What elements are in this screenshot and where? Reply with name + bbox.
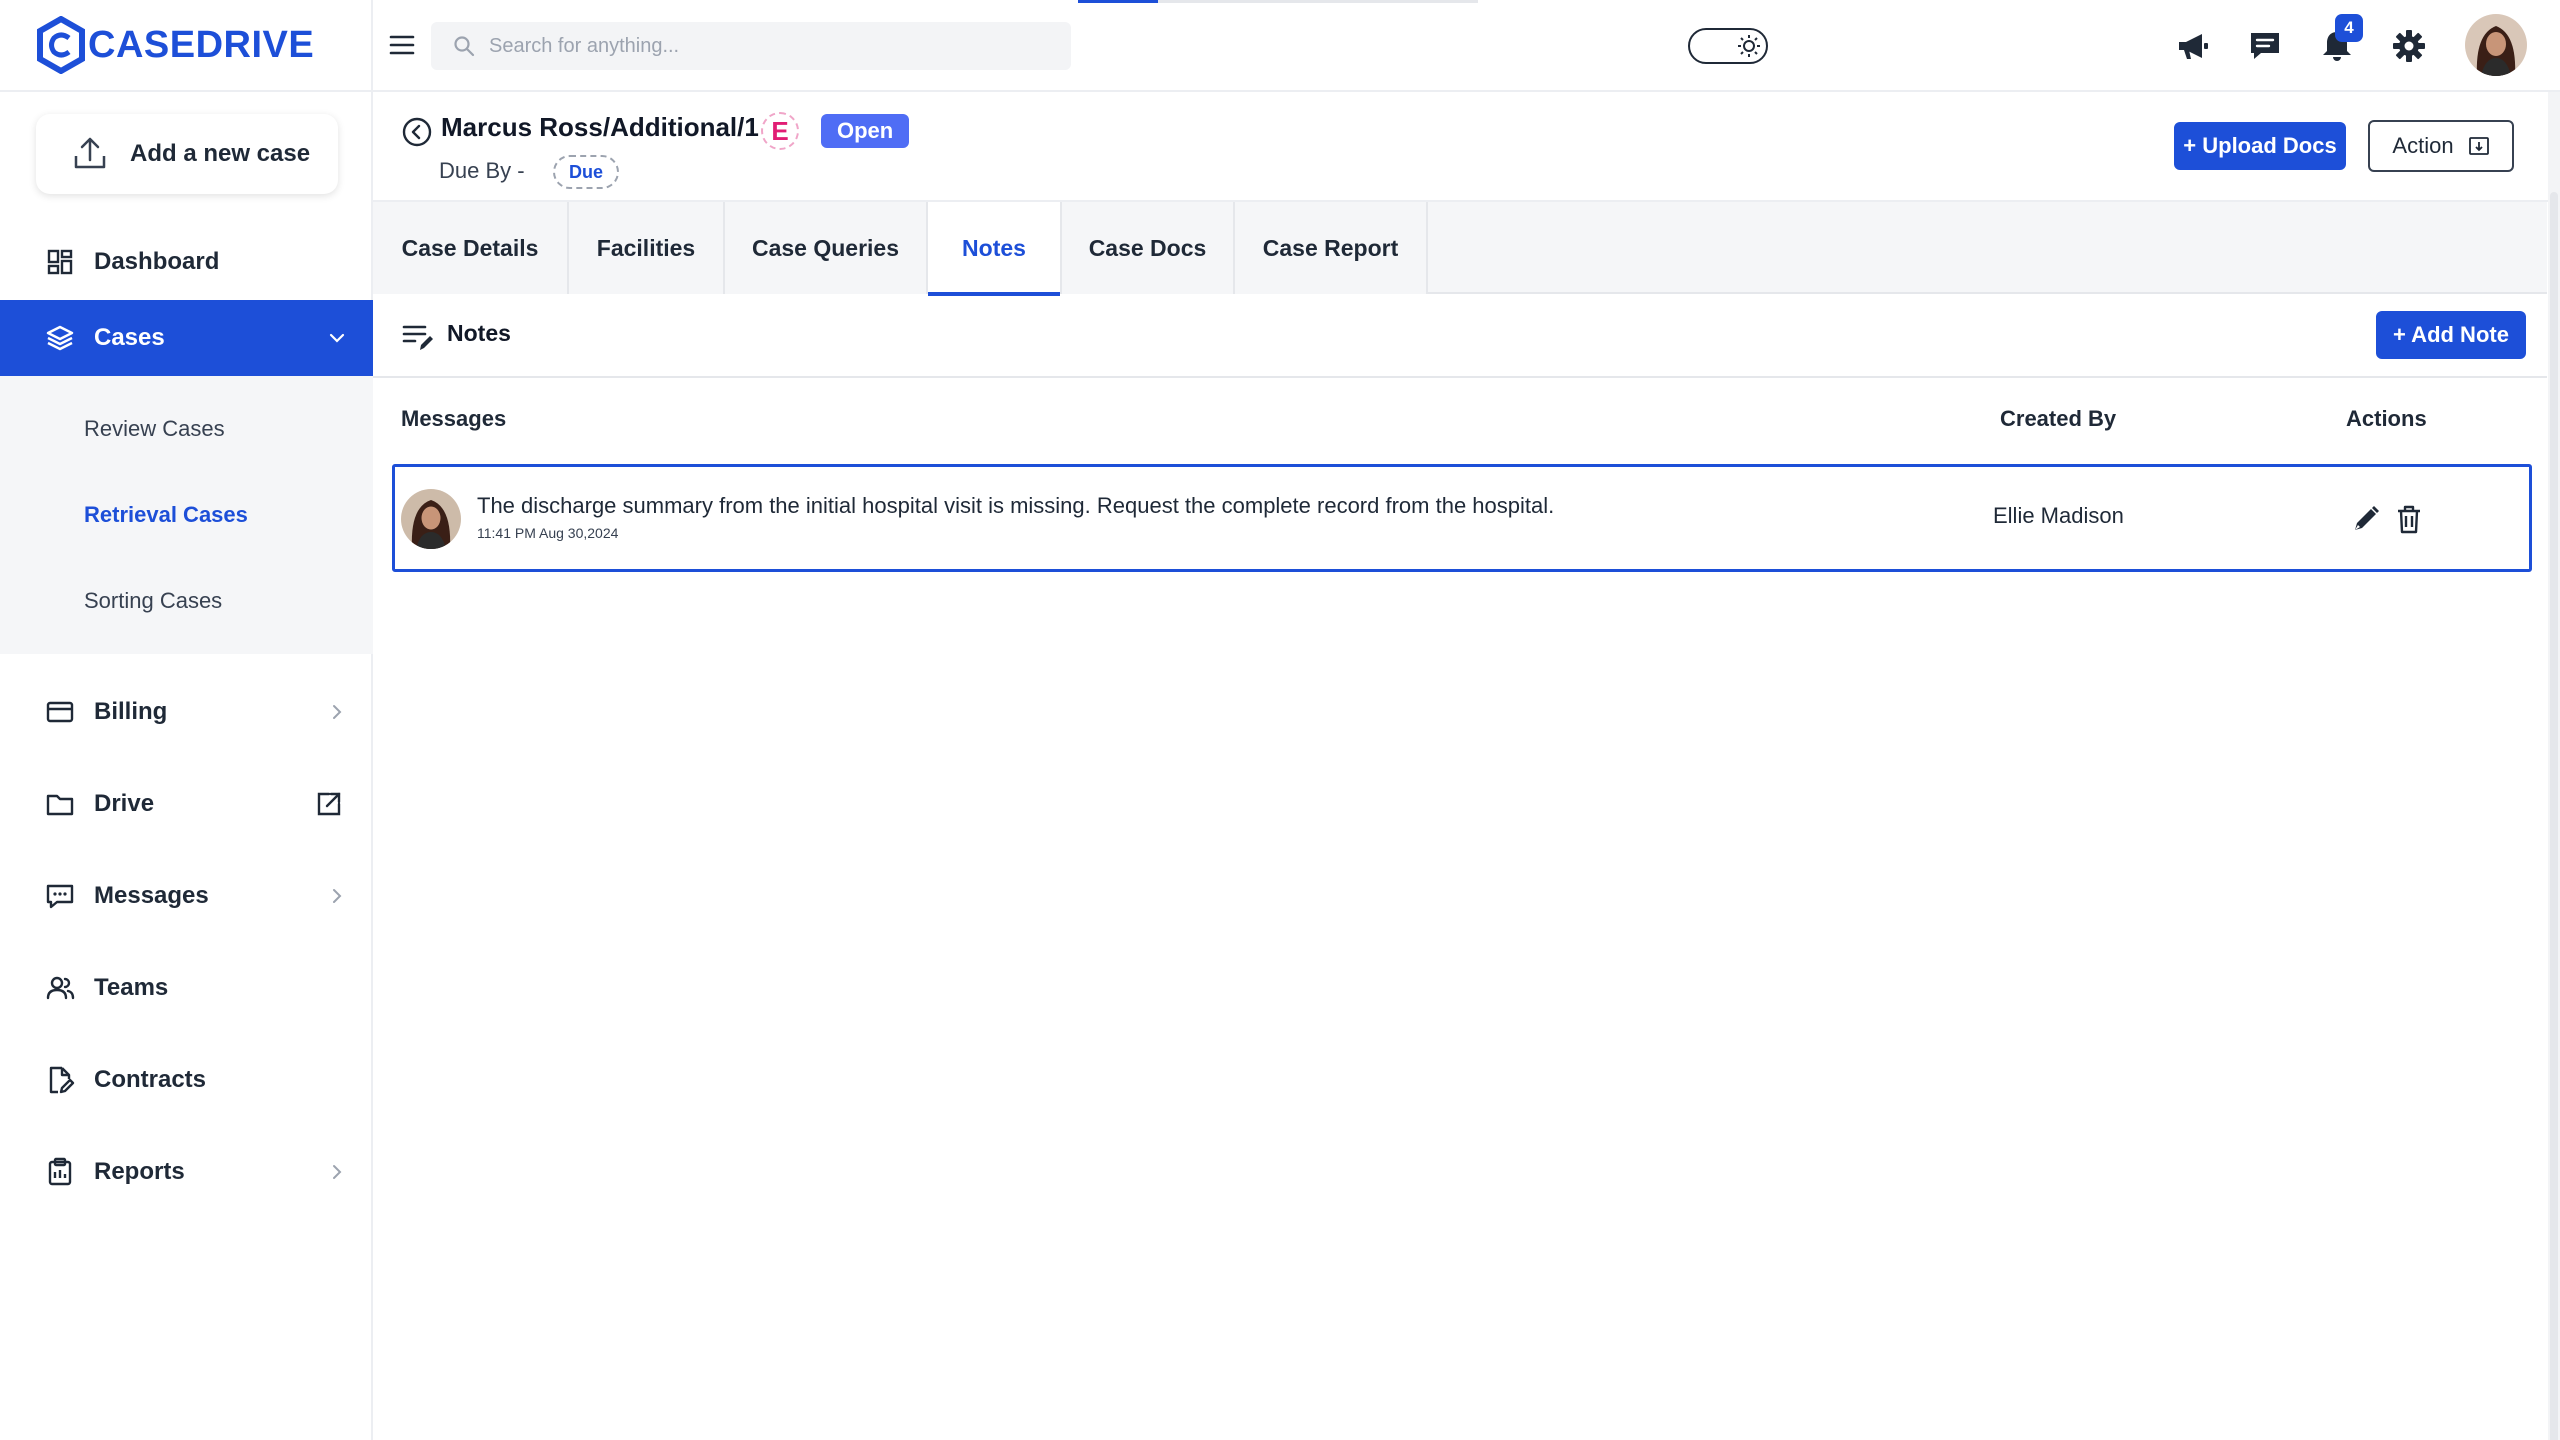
topbar: 4 — [373, 0, 2560, 92]
sidebar-item-label: Dashboard — [94, 248, 220, 275]
clipboard-icon — [44, 1156, 76, 1188]
users-icon — [44, 972, 76, 1004]
sidebar-item-drive[interactable]: Drive — [0, 766, 373, 842]
upload-icon — [74, 137, 106, 169]
sidebar-item-messages[interactable]: Messages — [0, 858, 373, 934]
sidebar-item-billing[interactable]: Billing — [0, 674, 373, 750]
loading-progress-bar — [1078, 0, 1158, 3]
tab-case-details[interactable]: Case Details — [373, 202, 569, 294]
note-created-by: Ellie Madison — [1993, 503, 2124, 528]
notifications-button[interactable]: 4 — [2317, 14, 2363, 66]
author-avatar-image — [401, 489, 461, 549]
sidebar-subitem-review-cases[interactable]: Review Cases — [0, 386, 373, 472]
notification-count-badge: 4 — [2335, 14, 2363, 42]
gear-icon — [2393, 30, 2425, 62]
tab-case-report[interactable]: Case Report — [1235, 202, 1428, 294]
search-input[interactable] — [489, 34, 1049, 58]
search-icon — [454, 36, 475, 57]
sidebar-subitem-retrieval-cases[interactable]: Retrieval Cases — [0, 472, 373, 558]
user-avatar-image — [2465, 14, 2527, 76]
action-button-label: Action — [2392, 133, 2454, 158]
sidebar-item-teams[interactable]: Teams — [0, 950, 373, 1026]
sidebar-nav: Dashboard Cases Review Cases Retrieval C… — [0, 224, 373, 1210]
user-avatar[interactable] — [2465, 14, 2527, 76]
file-edit-icon — [44, 1064, 76, 1096]
case-e-badge: E — [761, 112, 799, 150]
sidebar-item-contracts[interactable]: Contracts — [0, 1042, 373, 1118]
chat-icon — [2251, 33, 2279, 59]
settings-button[interactable] — [2389, 26, 2429, 66]
hamburger-menu-icon[interactable] — [387, 30, 417, 60]
table-row[interactable]: The discharge summary from the initial h… — [392, 464, 2532, 572]
tab-notes[interactable]: Notes — [928, 202, 1062, 296]
notes-list-icon — [402, 325, 433, 350]
case-status-badge: Open — [821, 114, 910, 148]
dashboard-icon — [44, 246, 76, 278]
search-bar[interactable] — [431, 22, 1071, 70]
loading-progress-track — [1158, 0, 1478, 3]
tab-case-queries[interactable]: Case Queries — [725, 202, 928, 294]
action-button[interactable]: Action — [2368, 120, 2514, 172]
brand-logo[interactable]: CASEDRIVE — [0, 0, 371, 92]
case-tabs: Case Details Facilities Case Queries Not… — [373, 202, 2547, 296]
sidebar-item-label: Contracts — [94, 1066, 207, 1093]
brand-name: CASEDRIVE — [88, 23, 315, 66]
back-arrow-icon[interactable] — [401, 116, 433, 148]
due-date-pill[interactable]: Due — [553, 155, 620, 189]
chevron-right-icon — [333, 705, 342, 719]
chat-button[interactable] — [2245, 26, 2285, 66]
column-header-messages: Messages — [401, 406, 507, 431]
notes-table-header: Messages Created By Actions — [373, 378, 2547, 462]
casedrive-logo-icon — [37, 16, 85, 74]
sidebar-item-label: Reports — [94, 1158, 185, 1185]
theme-toggle[interactable] — [1688, 28, 1768, 64]
chevron-down-icon — [329, 333, 345, 343]
sidebar-subitem-sorting-cases[interactable]: Sorting Cases — [0, 558, 373, 644]
page-scrollbar-thumb[interactable] — [2550, 192, 2558, 1440]
add-new-case-button[interactable]: Add a new case — [36, 114, 338, 194]
sidebar-item-reports[interactable]: Reports — [0, 1134, 373, 1210]
message-square-icon — [44, 880, 76, 912]
layers-icon — [44, 322, 76, 354]
sidebar-item-label: Drive — [94, 790, 155, 817]
notes-toolbar: Notes + Add Note — [373, 294, 2547, 378]
tab-facilities[interactable]: Facilities — [569, 202, 725, 294]
chevron-right-icon — [333, 889, 342, 903]
megaphone-icon — [2179, 34, 2208, 59]
case-header: Marcus Ross/Additional/1 E Open Due By -… — [373, 92, 2560, 202]
sun-icon — [1738, 35, 1760, 57]
add-new-case-label: Add a new case — [130, 140, 311, 167]
add-note-button[interactable]: + Add Note — [2376, 311, 2526, 359]
column-header-actions: Actions — [2346, 406, 2427, 431]
note-timestamp: 11:41 PM Aug 30,2024 — [477, 525, 619, 541]
sidebar-item-label: Billing — [94, 698, 168, 725]
author-avatar — [401, 489, 461, 549]
page-scrollbar[interactable] — [2548, 92, 2560, 1440]
folder-icon — [44, 788, 76, 820]
sidebar-item-dashboard[interactable]: Dashboard — [0, 224, 373, 300]
announcements-button[interactable] — [2173, 26, 2213, 66]
cases-submenu: Review Cases Retrieval Cases Sorting Cas… — [0, 376, 373, 654]
due-by-label: Due By - — [439, 158, 525, 183]
credit-card-icon — [44, 696, 76, 728]
trash-icon[interactable] — [2394, 503, 2424, 535]
upload-docs-button[interactable]: + Upload Docs — [2174, 122, 2346, 170]
external-link-icon[interactable] — [315, 790, 343, 818]
case-title: Marcus Ross/Additional/1 — [441, 112, 759, 142]
sidebar-item-label: Teams — [94, 974, 169, 1001]
chevron-right-icon — [333, 1165, 342, 1179]
notes-section-title: Notes — [447, 320, 511, 346]
sidebar-item-label: Cases — [94, 324, 165, 351]
column-header-created-by: Created By — [2000, 406, 2117, 431]
note-message: The discharge summary from the initial h… — [477, 493, 1555, 518]
action-menu-icon — [2468, 137, 2489, 155]
sidebar: CASEDRIVE Add a new case Dashboard Cases… — [0, 0, 373, 1440]
sidebar-item-label: Messages — [94, 882, 209, 909]
tab-case-docs[interactable]: Case Docs — [1062, 202, 1235, 294]
edit-pencil-icon[interactable] — [2350, 503, 2382, 535]
sidebar-item-cases[interactable]: Cases — [0, 300, 373, 376]
